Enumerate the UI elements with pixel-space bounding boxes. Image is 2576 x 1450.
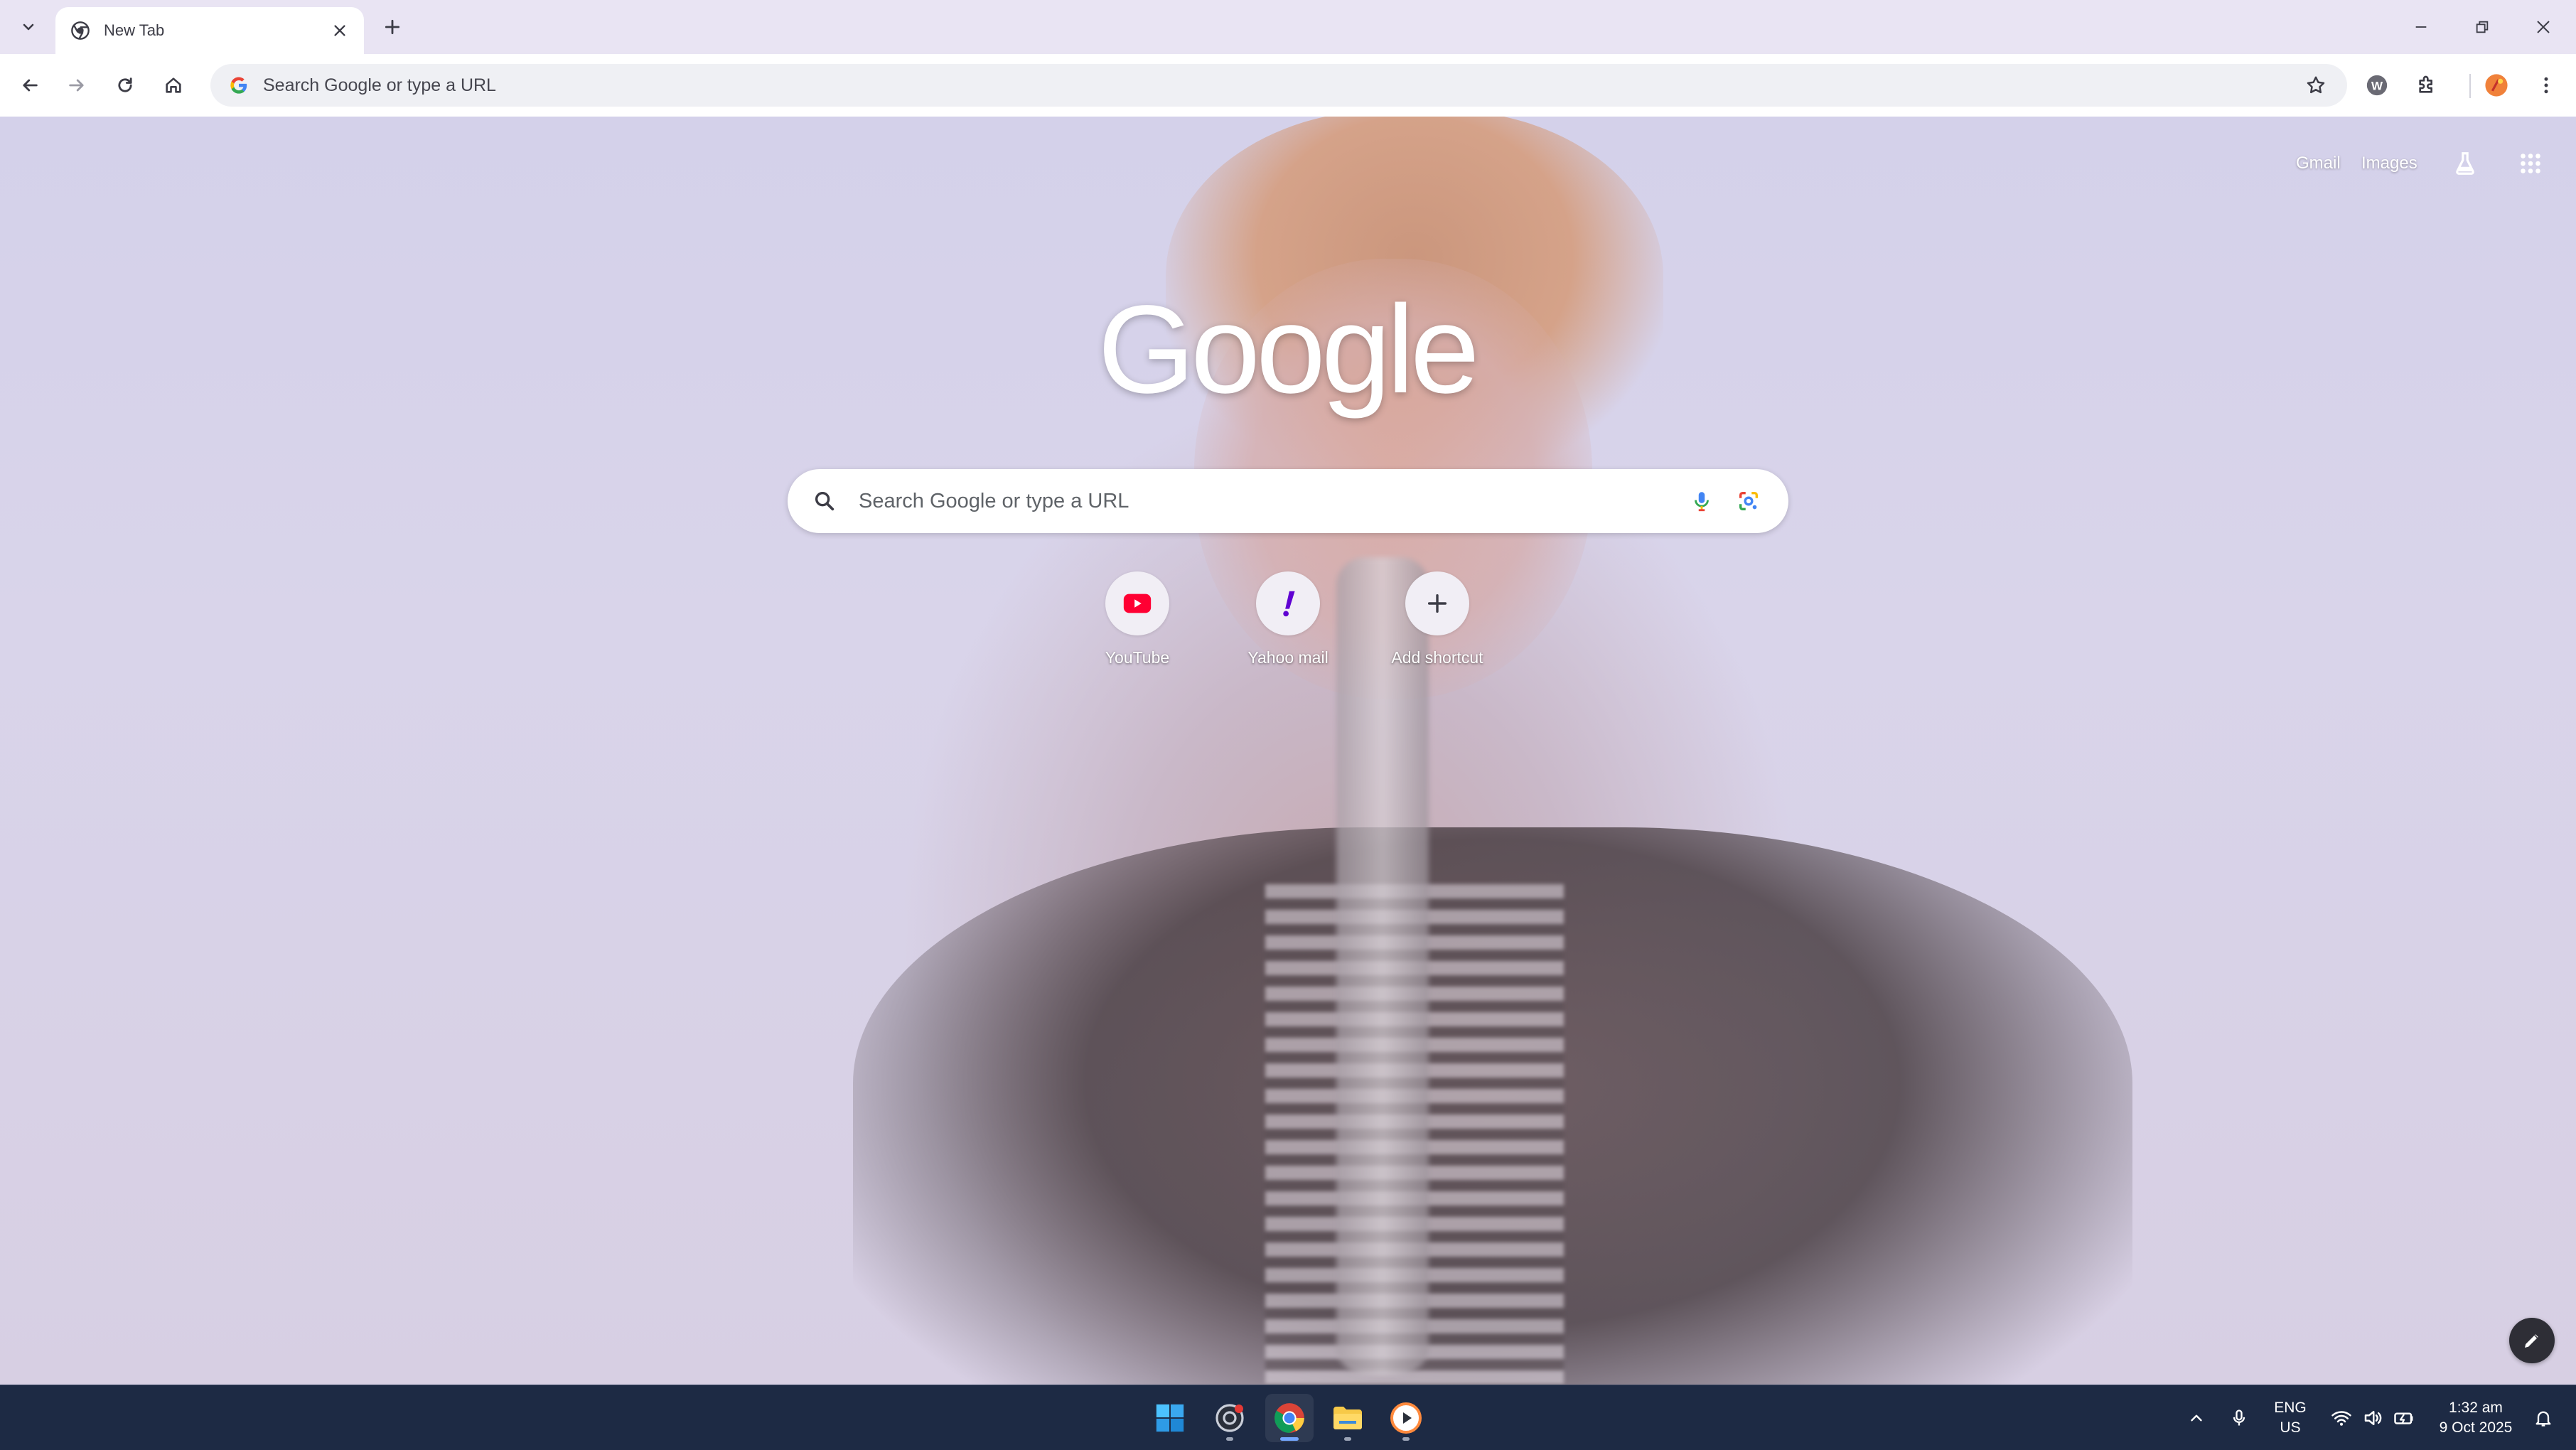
forward-button[interactable]	[61, 70, 92, 101]
svg-text:W: W	[2371, 79, 2383, 92]
address-bar-placeholder: Search Google or type a URL	[263, 75, 496, 95]
tab-new-tab[interactable]: New Tab	[55, 7, 364, 54]
shortcut-youtube[interactable]: YouTube	[1059, 571, 1215, 685]
back-button[interactable]	[14, 70, 45, 101]
reload-icon	[118, 77, 132, 92]
taskbar-media-player-app[interactable]	[1382, 1394, 1430, 1442]
taskbar-chrome-app[interactable]	[1265, 1394, 1314, 1442]
arrow-right-icon	[69, 79, 84, 92]
taskbar-recorder-app[interactable]	[1206, 1394, 1254, 1442]
running-indicator	[1344, 1437, 1351, 1441]
clock-date[interactable]: 9 Oct 2025	[2430, 1418, 2522, 1438]
browser-toolbar: Search Google or type a URL	[0, 54, 2576, 117]
microphone-icon[interactable]	[2223, 1402, 2255, 1434]
restore-icon	[2476, 21, 2489, 33]
search-icon	[810, 487, 839, 515]
tab-title: New Tab	[104, 21, 165, 39]
ntp-search-box[interactable]: Search Google or type a URL	[788, 469, 1788, 533]
minimize-icon	[2415, 26, 2427, 28]
new-tab-page: Gmail Images Google Search Google or typ…	[0, 117, 2576, 1385]
shortcut-label: YouTube	[1105, 648, 1170, 667]
close-window-button[interactable]	[2521, 9, 2566, 45]
extensions-puzzle-icon[interactable]	[2411, 70, 2442, 101]
tab-strip: New Tab	[0, 0, 2576, 54]
notification-bell-icon[interactable]	[2528, 1402, 2559, 1434]
customize-chrome-button[interactable]	[2509, 1318, 2555, 1363]
home-button[interactable]	[158, 70, 189, 101]
restore-button[interactable]	[2459, 9, 2505, 45]
profile-avatar[interactable]	[2481, 70, 2512, 101]
arrow-left-icon	[23, 79, 38, 92]
home-icon	[166, 77, 181, 93]
tab-close-icon[interactable]	[327, 18, 353, 43]
shortcut-add[interactable]: Add shortcut	[1359, 571, 1515, 685]
bookmark-star-icon[interactable]	[2302, 71, 2330, 100]
voice-search-mic-icon[interactable]	[1685, 484, 1719, 518]
extension-w-icon[interactable]: W	[2361, 70, 2393, 101]
tab-search-button[interactable]	[13, 11, 44, 43]
running-indicator	[1402, 1437, 1410, 1441]
running-indicator	[1226, 1437, 1233, 1441]
new-tab-button[interactable]	[377, 11, 408, 43]
shortcut-label: Add shortcut	[1391, 648, 1483, 667]
minimize-button[interactable]	[2398, 9, 2444, 45]
yahoo-mail-icon	[1256, 571, 1320, 635]
chrome-menu-button[interactable]	[2531, 70, 2562, 101]
google-apps-grid-icon[interactable]	[2512, 145, 2549, 182]
media-player-icon	[1390, 1402, 1422, 1434]
show-hidden-icons-chevron-up-icon[interactable]	[2181, 1402, 2212, 1434]
wifi-icon[interactable]	[2326, 1402, 2357, 1434]
labs-flask-icon[interactable]	[2447, 145, 2484, 182]
chevron-down-icon	[23, 23, 34, 31]
search-input-placeholder[interactable]: Search Google or type a URL	[859, 490, 1672, 513]
chrome-icon	[1274, 1403, 1304, 1433]
active-indicator	[1280, 1437, 1299, 1441]
plus-icon	[385, 19, 400, 35]
close-icon	[2537, 21, 2550, 33]
google-lens-icon[interactable]	[1732, 484, 1766, 518]
youtube-icon	[1105, 571, 1169, 635]
language-indicator-secondary[interactable]: US	[2268, 1418, 2313, 1438]
language-indicator-primary[interactable]: ENG	[2268, 1398, 2313, 1418]
windows-taskbar: ENG US 1:32 am 9 Oct 2025	[0, 1385, 2576, 1450]
gmail-link[interactable]: Gmail	[2296, 154, 2341, 173]
volume-icon[interactable]	[2357, 1402, 2388, 1434]
google-g-icon	[227, 74, 250, 97]
taskbar-file-explorer-app[interactable]	[1324, 1394, 1372, 1442]
recorder-icon	[1215, 1404, 1244, 1432]
images-link[interactable]: Images	[2361, 154, 2417, 173]
plus-icon	[1405, 571, 1469, 635]
folder-icon	[1333, 1407, 1362, 1429]
windows-start-button[interactable]	[1146, 1394, 1194, 1442]
chrome-favicon-icon	[68, 18, 92, 43]
windows-logo-icon	[1156, 1404, 1184, 1432]
pencil-icon	[2525, 1334, 2538, 1348]
reload-button[interactable]	[109, 70, 141, 101]
shortcut-label: Yahoo mail	[1247, 648, 1329, 667]
google-logo: Google	[1098, 280, 1480, 419]
clock-time[interactable]: 1:32 am	[2430, 1398, 2522, 1418]
battery-charging-icon[interactable]	[2388, 1402, 2420, 1434]
more-vert-icon	[2544, 77, 2548, 94]
shortcut-yahoo-mail[interactable]: Yahoo mail	[1210, 571, 1366, 685]
toolbar-divider	[2469, 74, 2471, 98]
address-bar[interactable]: Search Google or type a URL	[210, 64, 2347, 107]
